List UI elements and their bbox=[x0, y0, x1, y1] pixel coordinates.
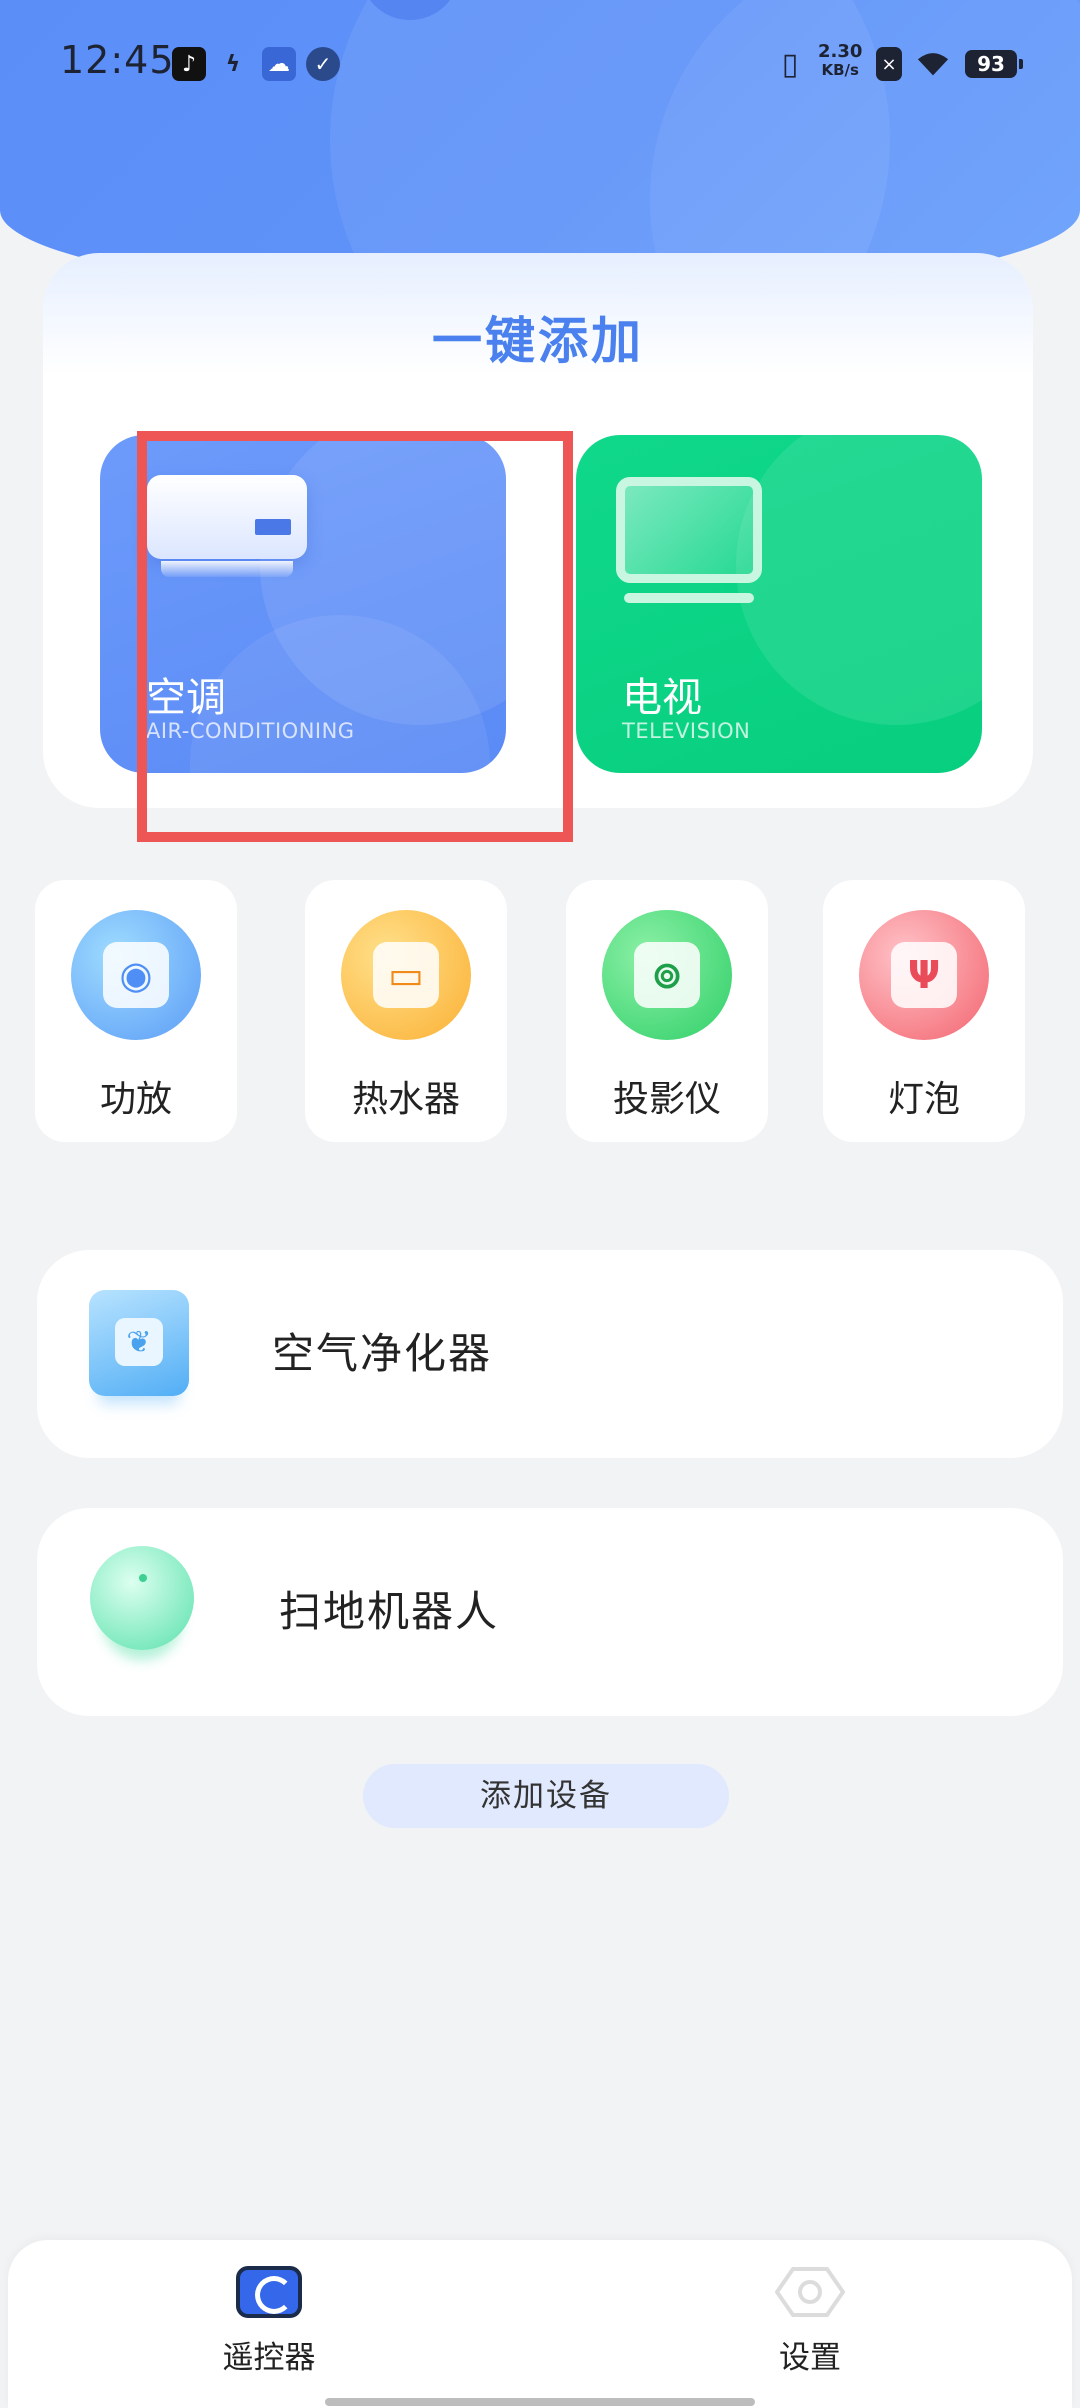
remote-icon bbox=[236, 2266, 302, 2318]
vibrate-icon: ▯ bbox=[781, 46, 799, 82]
tab-settings[interactable]: 设置 bbox=[710, 2266, 910, 2377]
tile-decoration bbox=[736, 435, 982, 725]
tile-subtitle: TELEVISION bbox=[622, 719, 751, 743]
verified-icon: ✓ bbox=[306, 47, 340, 81]
device-row-label: 空气净化器 bbox=[272, 1329, 493, 1378]
television-tile[interactable]: 电视 TELEVISION bbox=[576, 435, 982, 773]
robot-vacuum-icon bbox=[90, 1546, 194, 1650]
battery-indicator: 93 bbox=[965, 50, 1023, 78]
network-speed-unit: KB/s bbox=[821, 61, 859, 79]
tab-label: 遥控器 bbox=[222, 2340, 316, 2376]
device-row-label: 扫地机器人 bbox=[279, 1587, 500, 1636]
selection-highlight bbox=[137, 431, 573, 842]
status-time: 12:45 bbox=[60, 38, 175, 82]
tab-label: 设置 bbox=[779, 2340, 841, 2376]
amplifier-icon: ◉ bbox=[71, 910, 201, 1040]
network-speed: 2.30 KB/s bbox=[818, 42, 862, 80]
device-row-robot-vacuum[interactable]: 扫地机器人 bbox=[37, 1508, 1063, 1716]
tiktok-icon: ♪ bbox=[172, 47, 206, 81]
device-label: 热水器 bbox=[351, 1079, 460, 1120]
bottom-tab-bar: 遥控器 设置 bbox=[8, 2240, 1072, 2408]
wifi-icon bbox=[916, 47, 950, 81]
flash-icon: ϟ bbox=[225, 51, 241, 77]
device-card-water-heater[interactable]: ▭ 热水器 bbox=[305, 880, 507, 1142]
tile-title: 电视 bbox=[622, 675, 702, 721]
app-notification-icon: ☁ bbox=[262, 47, 296, 81]
television-icon bbox=[616, 477, 766, 617]
device-card-projector[interactable]: ⊚ 投影仪 bbox=[566, 880, 768, 1142]
device-card-light-bulb[interactable]: Ψ 灯泡 bbox=[823, 880, 1025, 1142]
device-label: 功放 bbox=[99, 1079, 172, 1120]
water-heater-icon: ▭ bbox=[341, 910, 471, 1040]
tab-remote[interactable]: 遥控器 bbox=[169, 2266, 369, 2377]
status-bar: 12:45 ♪ ϟ ☁ ✓ ▯ 2.30 KB/s × 93 bbox=[0, 0, 1080, 130]
television-base bbox=[624, 593, 754, 603]
projector-icon: ⊚ bbox=[602, 910, 732, 1040]
device-card-amplifier[interactable]: ◉ 功放 bbox=[35, 880, 237, 1142]
device-label: 投影仪 bbox=[612, 1079, 721, 1120]
quick-add-title: 一键添加 bbox=[432, 312, 644, 370]
air-purifier-icon: ❦ bbox=[89, 1290, 189, 1396]
light-bulb-icon: Ψ bbox=[859, 910, 989, 1040]
sim-off-icon: × bbox=[876, 47, 902, 81]
device-label: 灯泡 bbox=[887, 1079, 960, 1120]
add-device-button[interactable]: 添加设备 bbox=[363, 1764, 729, 1828]
device-row-air-purifier[interactable]: ❦ 空气净化器 bbox=[37, 1250, 1063, 1458]
leaf-icon: ❦ bbox=[115, 1318, 163, 1366]
settings-icon bbox=[774, 2266, 846, 2318]
robot-sensor bbox=[139, 1574, 147, 1582]
television-screen bbox=[616, 477, 762, 583]
home-indicator[interactable] bbox=[325, 2398, 755, 2406]
network-speed-value: 2.30 bbox=[818, 41, 863, 62]
